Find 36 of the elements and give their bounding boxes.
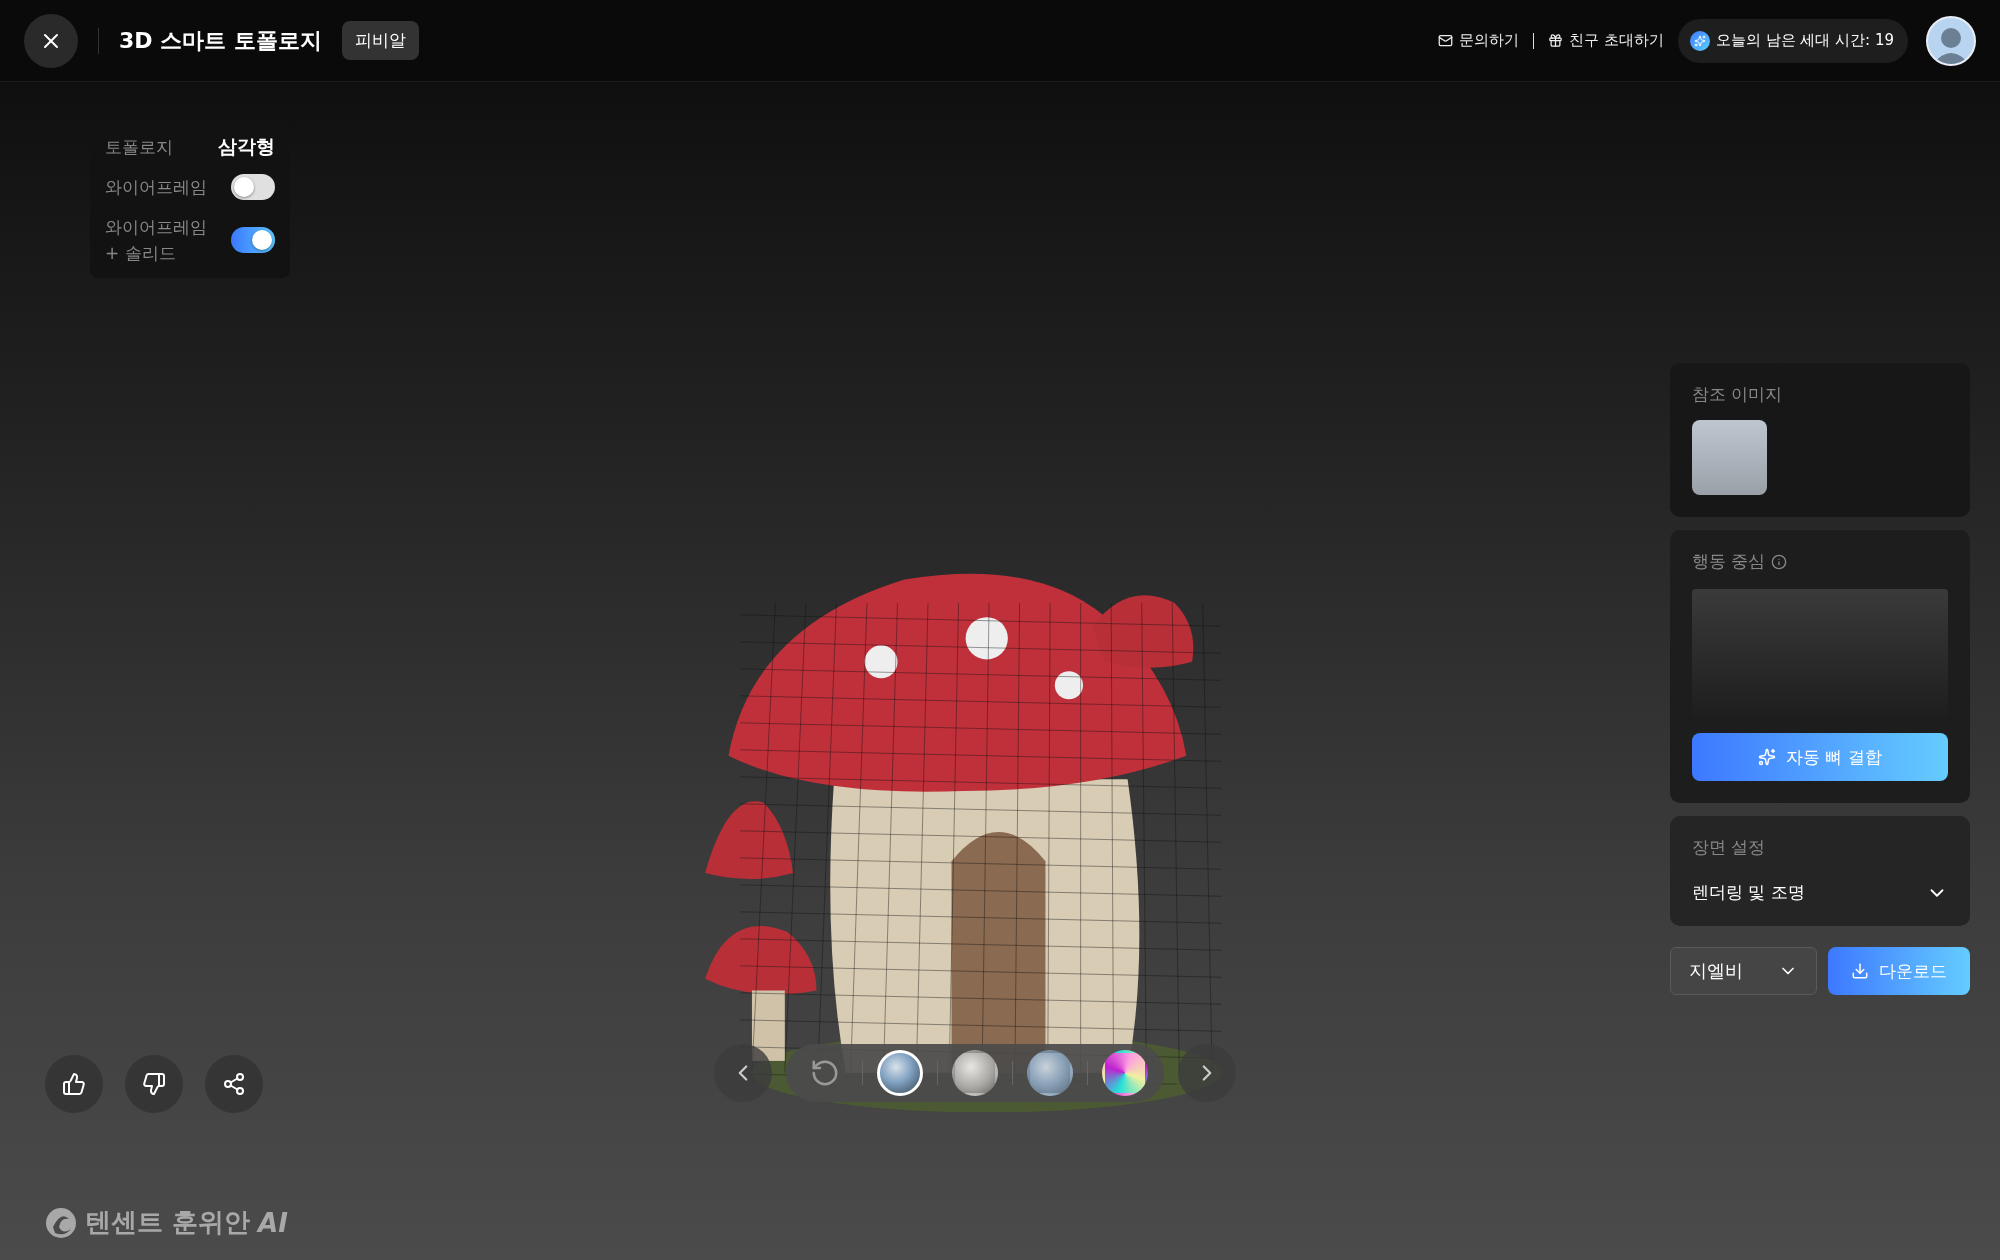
logo-suffix: AI [258, 1207, 288, 1238]
material-swatch[interactable] [1102, 1050, 1148, 1096]
page-title: 3D 스마트 토폴로지 [119, 26, 322, 55]
share-icon [222, 1072, 246, 1096]
format-select[interactable]: 지엘비 [1670, 947, 1817, 995]
mode-badge: 피비알 [341, 21, 419, 60]
contact-link[interactable]: 문의하기 [1438, 31, 1519, 50]
toggle-label: 와이어프레임 [105, 216, 207, 239]
thumbs-down-icon [142, 1072, 166, 1096]
thumbs-up-icon [62, 1072, 86, 1096]
sparkle-icon [1689, 30, 1710, 51]
material-swatch[interactable] [877, 1050, 923, 1096]
topology-label: 토폴로지 [105, 136, 173, 159]
toggle-switch[interactable] [231, 174, 275, 200]
sparkle-icon [1758, 748, 1777, 766]
material-swatch[interactable] [1027, 1050, 1073, 1096]
download-icon [1851, 962, 1869, 980]
topology-value: 삼각형 [218, 134, 275, 159]
gift-icon [1548, 33, 1563, 48]
toggle-label: 와이어프레임 [105, 176, 207, 199]
quota-pill: 오늘의 남은 세대 시간: 19 [1677, 18, 1908, 63]
material-swatch[interactable] [952, 1050, 998, 1096]
rotate-icon [810, 1058, 840, 1088]
card-title: 장면 설정 [1692, 836, 1767, 859]
rendering-dropdown[interactable]: 렌더링 및 조명 [1692, 881, 1948, 904]
mail-icon [1438, 33, 1453, 48]
toggle-switch[interactable] [231, 227, 275, 253]
logo-icon [45, 1206, 77, 1239]
avatar[interactable] [1926, 15, 1976, 66]
card-title: 행동 중심 [1692, 550, 1948, 573]
logo-text: 텐센트 훈위안 [85, 1206, 251, 1239]
card-title: 참조 이미지 [1692, 383, 1784, 406]
close-button[interactable] [24, 13, 78, 68]
invite-link[interactable]: 친구 초대하기 [1548, 31, 1664, 50]
info-icon[interactable] [1771, 553, 1788, 570]
toggle-label: + 솔리드 [105, 242, 177, 265]
